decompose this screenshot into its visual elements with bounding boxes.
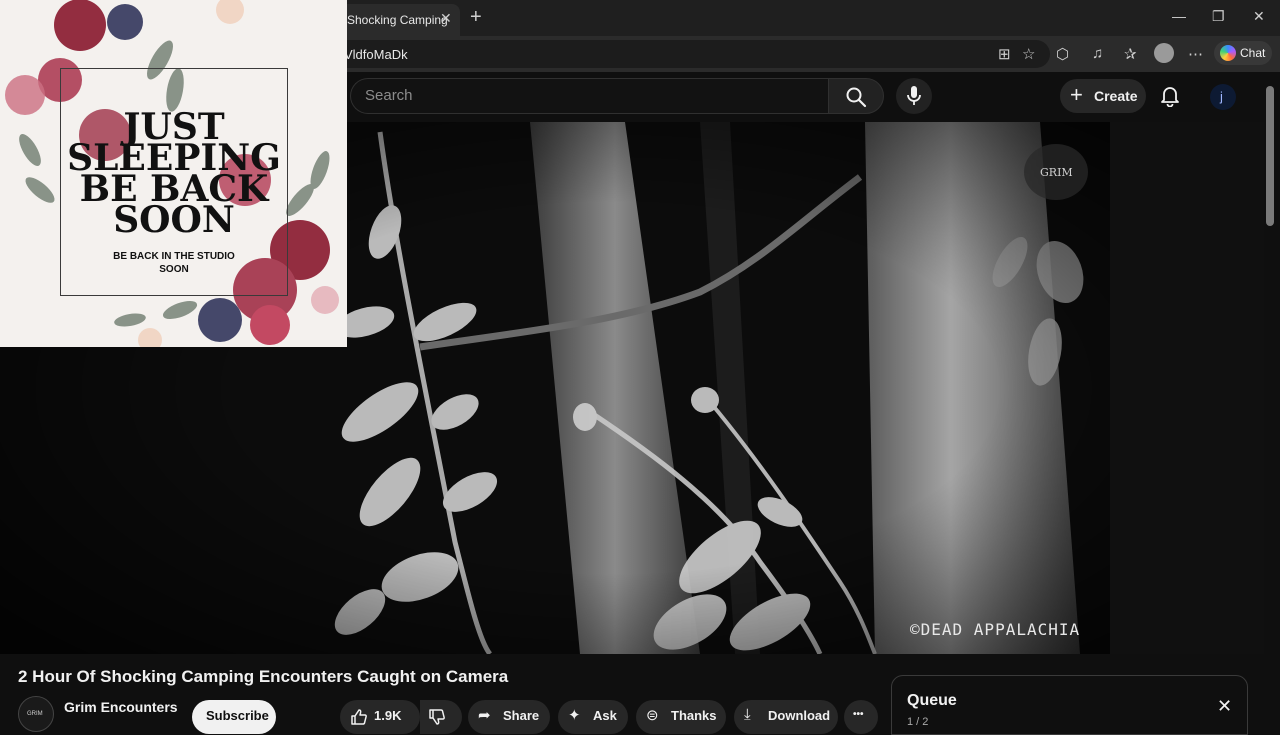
queue-panel: Queue 1 / 2 ✕ bbox=[891, 675, 1248, 735]
like-count: 1.9K bbox=[374, 708, 402, 723]
search-input[interactable] bbox=[365, 87, 805, 104]
media-control-icon[interactable]: ♫ bbox=[1092, 45, 1103, 62]
overlay-subtitle: BE BACK IN THE STUDIO SOON bbox=[104, 250, 244, 276]
overlay-subtitle-line: SOON bbox=[159, 264, 189, 275]
thumbs-up-icon bbox=[351, 709, 367, 725]
channel-avatar[interactable]: GRIM bbox=[18, 696, 54, 732]
queue-count: 1 / 2 bbox=[907, 716, 929, 728]
chat-label: Chat bbox=[1240, 46, 1266, 60]
thumbs-down-icon bbox=[429, 709, 445, 725]
extensions-icon[interactable]: ⬡ bbox=[1056, 45, 1069, 63]
channel-logo-watermark: GRIM bbox=[1024, 144, 1088, 200]
video-title: 2 Hour Of Shocking Camping Encounters Ca… bbox=[18, 667, 509, 686]
like-button[interactable]: 1.9K bbox=[340, 700, 420, 734]
stream-overlay-card: JUST SLEEPING BE BACK SOON BE BACK IN TH… bbox=[0, 0, 347, 347]
favorite-star-icon[interactable]: ☆ bbox=[1022, 45, 1035, 63]
share-label: Share bbox=[503, 708, 540, 723]
microphone-icon bbox=[907, 86, 921, 105]
queue-close-icon[interactable]: ✕ bbox=[1217, 696, 1232, 717]
player-side-area bbox=[1110, 122, 1264, 654]
browser-tab[interactable]: Shocking Camping ✕ bbox=[340, 4, 460, 36]
share-icon: ➦ bbox=[478, 707, 491, 724]
sparkle-icon: ✦ bbox=[568, 707, 581, 724]
favorites-icon[interactable]: ✰ bbox=[1124, 45, 1137, 63]
app-available-icon[interactable]: ⊞ bbox=[998, 45, 1011, 63]
overlay-headline: JUST SLEEPING BE BACK SOON bbox=[60, 109, 288, 238]
profile-icon[interactable] bbox=[1154, 43, 1174, 63]
tab-close-icon[interactable]: ✕ bbox=[440, 10, 452, 27]
voice-search-button[interactable] bbox=[896, 78, 932, 114]
account-avatar[interactable]: j bbox=[1210, 84, 1236, 110]
minimize-button[interactable]: — bbox=[1172, 8, 1186, 24]
more-icon: ••• bbox=[853, 709, 864, 720]
plus-icon: + bbox=[1070, 82, 1083, 107]
avatar-letter: j bbox=[1220, 89, 1223, 104]
thanks-button[interactable]: ⊜ Thanks bbox=[636, 700, 726, 734]
ask-button[interactable]: ✦ Ask bbox=[558, 700, 628, 734]
restore-button[interactable]: ❐ bbox=[1212, 8, 1225, 25]
url-text[interactable]: VldfoMaDk bbox=[344, 47, 408, 62]
tab-title: Shocking Camping bbox=[347, 13, 448, 27]
create-label: Create bbox=[1094, 88, 1138, 104]
address-bar[interactable]: VldfoMaDk bbox=[330, 40, 1050, 68]
dislike-button[interactable] bbox=[420, 700, 462, 734]
channel-avatar-text: GRIM bbox=[27, 711, 43, 717]
search-box[interactable] bbox=[350, 78, 828, 114]
copilot-chat-button[interactable]: Chat bbox=[1214, 41, 1272, 65]
search-button[interactable] bbox=[828, 78, 884, 114]
super-thanks-icon: ⊜ bbox=[646, 707, 659, 724]
new-tab-button[interactable]: + bbox=[470, 6, 482, 29]
channel-name[interactable]: Grim Encounters bbox=[64, 699, 178, 715]
notifications-bell-icon[interactable] bbox=[1160, 85, 1180, 107]
download-button[interactable]: ⤓ Download bbox=[734, 700, 838, 734]
close-window-button[interactable]: ✕ bbox=[1253, 8, 1265, 25]
copilot-icon bbox=[1220, 45, 1236, 61]
share-button[interactable]: ➦ Share bbox=[468, 700, 550, 734]
thanks-label: Thanks bbox=[671, 708, 717, 723]
create-button[interactable]: + Create bbox=[1060, 79, 1146, 113]
search-icon bbox=[846, 87, 867, 108]
subscribe-button[interactable]: Subscribe bbox=[192, 700, 276, 734]
overlay-subtitle-line: BE BACK IN THE STUDIO bbox=[113, 251, 235, 262]
video-watermark: ©DEAD APPALACHIA bbox=[910, 620, 1081, 639]
more-actions-button[interactable]: ••• bbox=[844, 700, 878, 734]
queue-title: Queue bbox=[907, 692, 957, 709]
download-icon: ⤓ bbox=[744, 706, 751, 723]
subscribe-label: Subscribe bbox=[206, 708, 269, 723]
settings-more-icon[interactable]: ⋯ bbox=[1188, 45, 1203, 63]
page-scrollbar[interactable] bbox=[1266, 86, 1274, 226]
download-label: Download bbox=[768, 708, 831, 723]
logo-text: GRIM bbox=[1040, 166, 1073, 179]
ask-label: Ask bbox=[593, 708, 617, 723]
